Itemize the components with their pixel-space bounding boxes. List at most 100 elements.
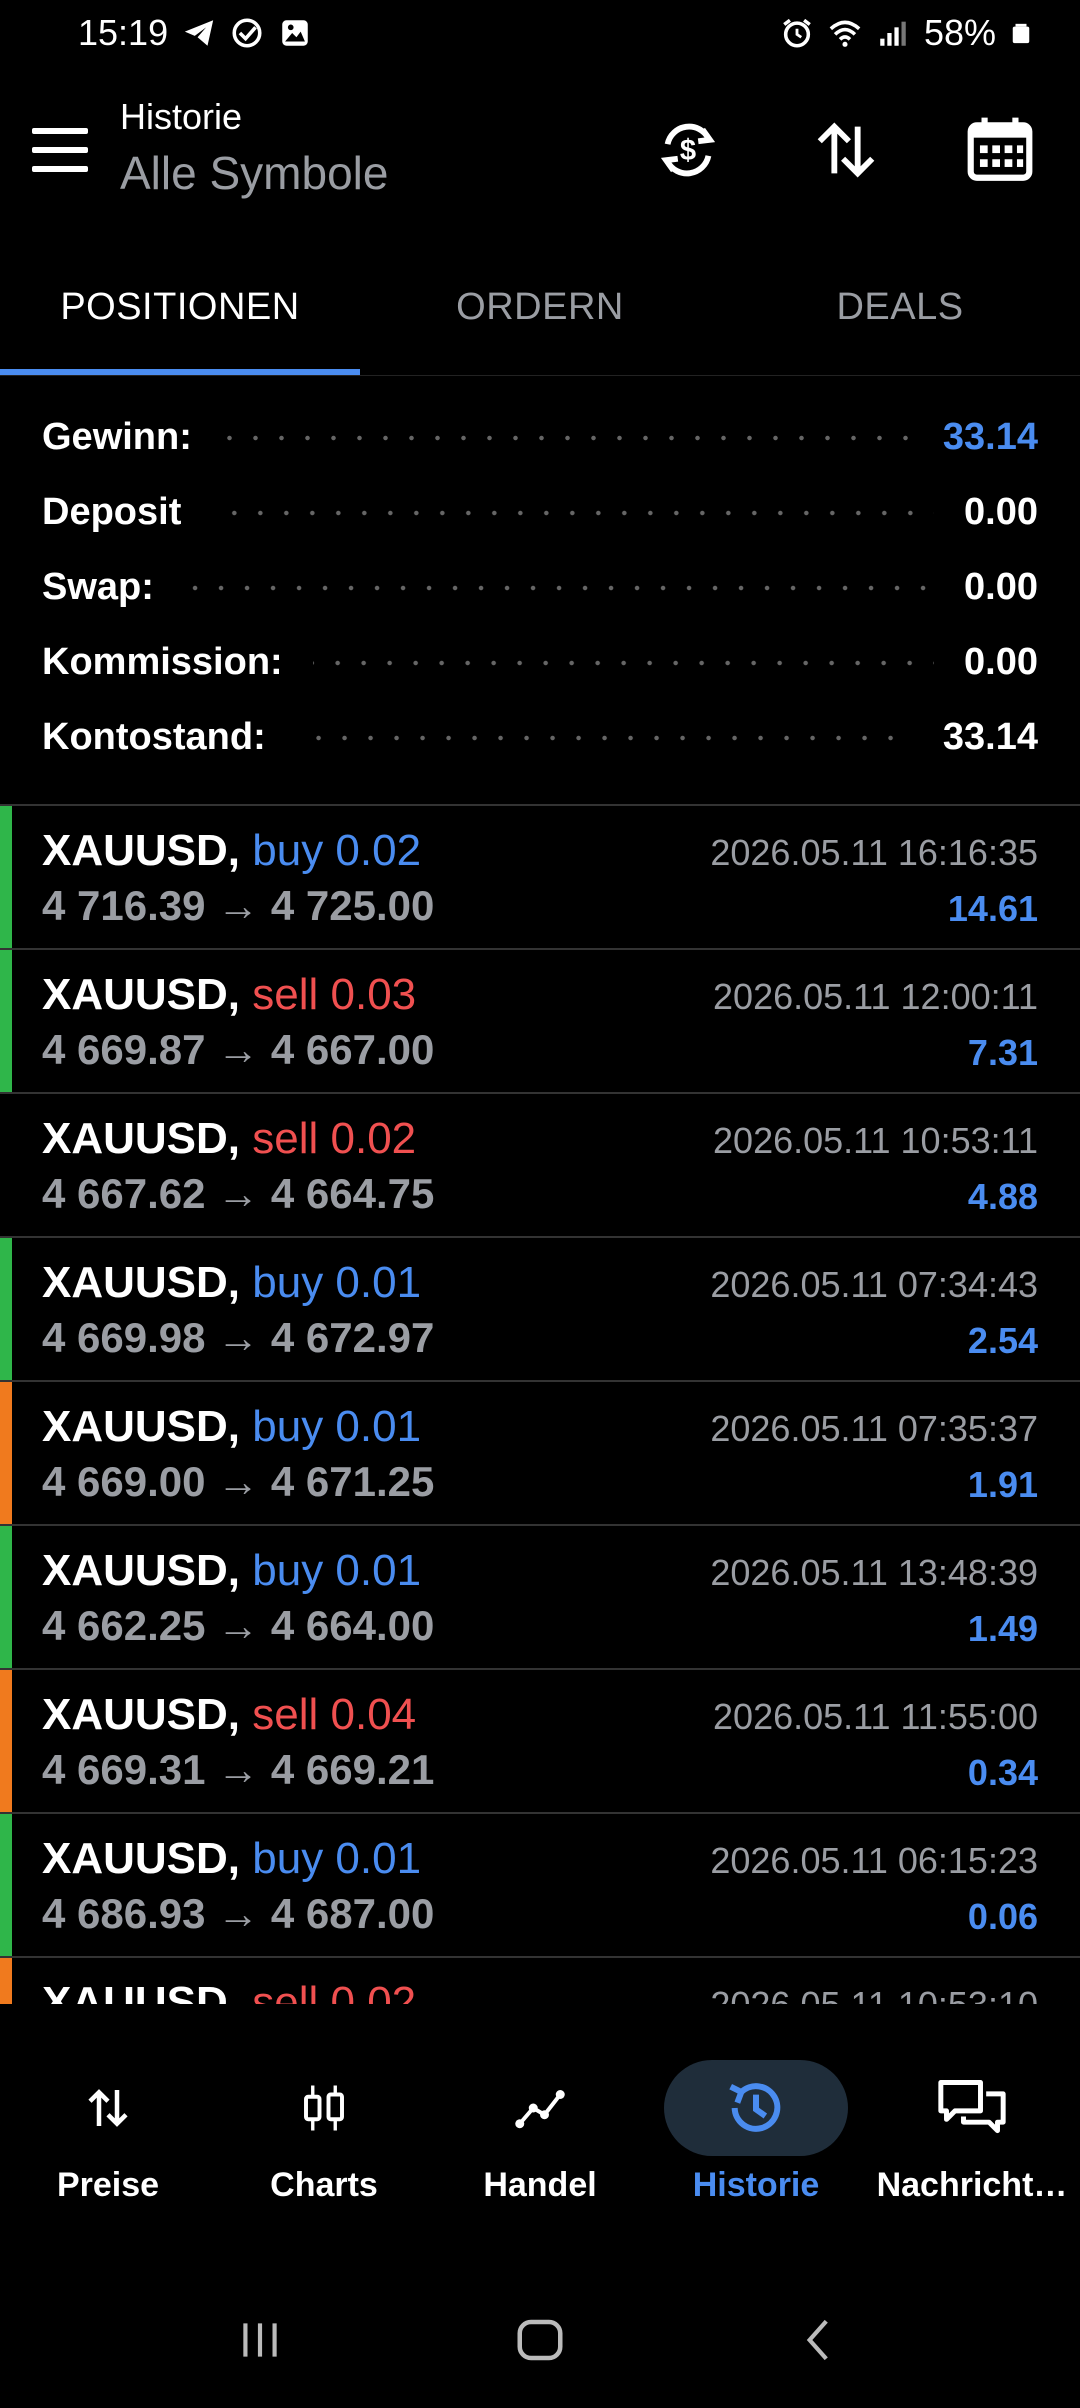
result-indicator-bar xyxy=(0,806,12,948)
status-right: 58% xyxy=(780,12,1032,54)
open-price: 4 686.93 xyxy=(42,1890,206,1937)
symbol-name: XAUUSD, xyxy=(42,1546,241,1595)
nav-historie[interactable]: Historie xyxy=(648,2040,864,2220)
position-side: buy 0.02 xyxy=(252,826,422,875)
position-row[interactable]: XAUUSD, buy 0.02 4 716.39 → 4 725.00 2026.… xyxy=(0,806,1080,950)
result-indicator-bar xyxy=(0,1382,12,1524)
arrow-right-icon: → xyxy=(205,1890,271,1937)
summary-row-gewinn: Gewinn: 33.14 xyxy=(0,400,1080,475)
summary-value: 33.14 xyxy=(942,716,1038,758)
nav-handel[interactable]: Handel xyxy=(432,2040,648,2220)
position-side: sell 0.03 xyxy=(252,970,417,1019)
symbol-name: XAUUSD, xyxy=(42,1402,241,1451)
position-row[interactable]: XAUUSD, sell 0.03 4 669.87 → 4 667.00 2026… xyxy=(0,950,1080,1094)
sort-arrows-icon xyxy=(817,122,875,178)
position-row[interactable]: XAUUSD, buy 0.01 4 669.98 → 4 672.97 2026.… xyxy=(0,1238,1080,1382)
home-button[interactable] xyxy=(500,2300,580,2380)
dotted-leader xyxy=(183,584,935,591)
nav-label: Historie xyxy=(692,2166,820,2204)
result-indicator-bar xyxy=(0,1526,12,1668)
currency-exchange-button[interactable]: $ xyxy=(648,110,728,190)
position-row[interactable]: XAUUSD, buy 0.01 4 662.25 → 4 664.00 2026.… xyxy=(0,1526,1080,1670)
calendar-icon xyxy=(967,117,1033,181)
nav-label: Charts xyxy=(270,2166,378,2204)
summary-label: Deposit xyxy=(42,491,182,533)
result-indicator-bar xyxy=(0,1814,12,1956)
summary-label: Kommission: xyxy=(42,641,283,683)
summary-label: Kontostand: xyxy=(42,716,266,758)
tab-positionen[interactable]: POSITIONEN xyxy=(0,240,360,375)
position-row[interactable]: XAUUSD, buy 0.01 4 669.00 → 4 671.25 2026.… xyxy=(0,1382,1080,1526)
symbol-name: XAUUSD, xyxy=(42,1690,241,1739)
recents-icon xyxy=(243,2323,277,2357)
nav-charts[interactable]: Charts xyxy=(216,2040,432,2220)
tab-ordern[interactable]: ORDERN xyxy=(360,240,720,375)
symbol-name: XAUUSD, xyxy=(42,1258,241,1307)
status-time: 15:19 xyxy=(78,12,169,53)
arrow-right-icon: → xyxy=(205,1458,271,1505)
trend-line-icon xyxy=(515,2090,565,2129)
battery-icon xyxy=(1012,23,1030,44)
close-price: 4 664.00 xyxy=(270,1602,435,1649)
open-price: 4 667.62 xyxy=(42,1170,206,1217)
currency-exchange-icon: $ xyxy=(660,123,716,177)
nav-preise[interactable]: Preise xyxy=(0,2040,216,2220)
position-prices: 4 669.98 → 4 672.97 xyxy=(42,1314,434,1362)
back-button[interactable] xyxy=(780,2300,860,2380)
open-price: 4 669.98 xyxy=(42,1314,206,1361)
close-price: 4 669.21 xyxy=(270,1746,435,1793)
summary-value: 0.00 xyxy=(964,641,1038,683)
position-symbol: XAUUSD, buy 0.01 xyxy=(42,1258,421,1308)
nav-label: Preise xyxy=(56,2166,160,2204)
nav-icon-wrap xyxy=(232,2060,416,2156)
summary-value: 33.14 xyxy=(942,416,1038,458)
position-prices: 4 662.25 → 4 664.00 xyxy=(42,1602,434,1650)
tab-deals[interactable]: DEALS xyxy=(720,240,1080,375)
symbol-name: XAUUSD, xyxy=(42,1978,241,2004)
signal-icon xyxy=(880,21,906,46)
symbol-name: XAUUSD, xyxy=(42,1834,241,1883)
position-row[interactable]: XAUUSD, sell 0.04 4 669.31 → 4 669.21 2026… xyxy=(0,1670,1080,1814)
position-prices: 4 716.39 → 4 725.00 xyxy=(42,882,434,930)
arrow-right-icon: → xyxy=(205,1170,271,1217)
position-profit: 1.49 xyxy=(967,1608,1038,1649)
position-profit: 1.91 xyxy=(967,1464,1038,1505)
open-price: 4 716.39 xyxy=(42,882,206,929)
position-row[interactable]: XAUUSD, sell 0.02 4 667.62 → 4 664.75 2026… xyxy=(0,1094,1080,1238)
system-navigation xyxy=(0,2280,1080,2400)
position-row[interactable]: XAUUSD, sell 0.02 2026.05.11 10:53:10 xyxy=(0,1958,1080,2004)
home-icon xyxy=(517,2319,563,2361)
position-side: sell 0.02 xyxy=(252,1978,417,2004)
symbol-filter[interactable]: Alle Symbole xyxy=(120,146,388,200)
menu-icon[interactable] xyxy=(32,128,88,172)
position-time: 2026.05.11 16:16:35 xyxy=(710,832,1038,873)
position-symbol: XAUUSD, buy 0.01 xyxy=(42,1402,421,1452)
position-profit: 0.06 xyxy=(967,1896,1038,1937)
arrow-right-icon: → xyxy=(205,1314,271,1361)
candles-icon xyxy=(304,2085,344,2131)
close-price: 4 664.75 xyxy=(270,1170,435,1217)
nav-icon-wrap xyxy=(448,2060,632,2156)
result-indicator-bar xyxy=(0,1094,12,1236)
dotted-leader xyxy=(221,434,913,441)
position-row[interactable]: XAUUSD, buy 0.01 4 686.93 → 4 687.00 2026.… xyxy=(0,1814,1080,1958)
status-left: 15:19 xyxy=(78,12,312,54)
position-side: sell 0.04 xyxy=(252,1690,417,1739)
arrow-right-icon: → xyxy=(205,882,271,929)
calendar-button[interactable] xyxy=(960,110,1040,190)
positions-list[interactable]: XAUUSD, buy 0.02 4 716.39 → 4 725.00 2026.… xyxy=(0,804,1080,2004)
sort-button[interactable] xyxy=(806,110,886,190)
summary-row-swap: Swap: 0.00 xyxy=(0,550,1080,625)
nav-nachrichten[interactable]: Nachricht… xyxy=(864,2040,1080,2220)
nav-icon-wrap xyxy=(664,2060,848,2156)
check-circle-icon xyxy=(232,18,262,48)
recents-button[interactable] xyxy=(220,2300,300,2380)
position-time: 2026.05.11 11:55:00 xyxy=(713,1696,1038,1737)
position-time: 2026.05.11 07:34:43 xyxy=(710,1264,1038,1305)
arrow-right-icon: → xyxy=(205,1026,271,1073)
close-price: 4 725.00 xyxy=(270,882,435,929)
summary-value: 0.00 xyxy=(964,566,1038,608)
wifi-icon xyxy=(829,20,861,47)
summary-row-deposit: Deposit 0.00 xyxy=(0,475,1080,550)
position-side: buy 0.01 xyxy=(252,1834,422,1883)
